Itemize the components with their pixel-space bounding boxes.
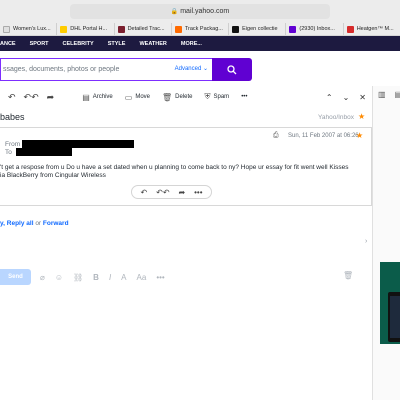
- nav-item-more[interactable]: MORE...: [181, 41, 202, 47]
- message-card: From To ⎙ Sun, 11 Feb 2007 at 06:26 ★ 't…: [0, 127, 372, 206]
- search-button[interactable]: [212, 58, 252, 81]
- more-icon[interactable]: •••: [156, 273, 164, 282]
- forward-link[interactable]: Forward: [43, 220, 69, 227]
- emoji-icon[interactable]: ☺: [55, 273, 63, 282]
- bookmark-item[interactable]: Eigen collectie: [228, 23, 285, 35]
- bookmark-favicon-icon: [3, 25, 10, 33]
- message-toolbar: ↶ ↶↶ ➦ ▤ Archive ▭ Move 🗑 Delete ⛨ Spam ••• …: [0, 89, 372, 105]
- reply-links: y, Reply all or Forward: [0, 220, 69, 227]
- reply-link[interactable]: y,: [0, 220, 5, 227]
- reply-all-icon[interactable]: ↶↶: [156, 188, 169, 197]
- italic-icon[interactable]: I: [109, 273, 111, 282]
- message-date: Sun, 11 Feb 2007 at 06:26: [288, 133, 359, 139]
- mail-header: ssages, documents, photos or people Adva…: [0, 51, 400, 87]
- search-icon: [227, 64, 237, 74]
- message-subject: babes: [0, 112, 25, 122]
- nav-item-style[interactable]: STYLE: [108, 41, 126, 47]
- nav-item-sport[interactable]: SPORT: [30, 41, 49, 47]
- shield-icon: ⛨: [204, 92, 211, 101]
- to-label: To: [5, 149, 12, 156]
- or-text: or: [35, 220, 42, 227]
- bookmark-favicon-icon: [60, 25, 68, 33]
- bookmark-item[interactable]: Women's Lux...: [0, 23, 56, 35]
- redacted-sender: [22, 140, 134, 148]
- previous-message-icon[interactable]: ⌃: [326, 93, 333, 102]
- next-message-icon[interactable]: ⌄: [343, 93, 350, 102]
- bookmark-item[interactable]: DHL Portal H...: [56, 23, 113, 35]
- attachment-icon[interactable]: ⌀: [40, 273, 45, 282]
- yahoo-top-nav: ANCE SPORT CELEBRITY STYLE WEATHER MORE.…: [0, 36, 400, 51]
- bookmark-favicon-icon: [289, 25, 297, 33]
- bookmark-item[interactable]: Detailed Trac...: [113, 23, 171, 35]
- search-input[interactable]: ssages, documents, photos or people Adva…: [0, 58, 212, 81]
- compose-toolbar: ⌀ ☺ ⛓ B I A Aa •••: [40, 270, 175, 284]
- archive-icon: ▤: [82, 92, 90, 102]
- bookmark-item[interactable]: Track Packag...: [170, 23, 228, 35]
- nav-item-celebrity[interactable]: CELEBRITY: [63, 41, 94, 47]
- print-icon[interactable]: ⎙: [273, 132, 279, 140]
- phone-image: [388, 292, 400, 342]
- advanced-search-link[interactable]: Advanced ⌄: [175, 59, 208, 80]
- reply-all-icon[interactable]: ↶↶: [24, 92, 39, 103]
- address-bar[interactable]: 🔒 mail.yahoo.com: [70, 4, 330, 19]
- text-color-icon[interactable]: A: [121, 273, 126, 282]
- toolbar-nav: ⌃ ⌄ ✕: [316, 89, 366, 105]
- bookmark-favicon-icon: [117, 25, 125, 33]
- advertisement[interactable]: [380, 262, 400, 344]
- url-text: mail.yahoo.com: [180, 8, 230, 15]
- bookmark-favicon-icon: [174, 25, 182, 33]
- folder-icon: ▭: [124, 92, 133, 102]
- archive-button[interactable]: ▤ Archive: [82, 93, 113, 102]
- layout-icon[interactable]: ▥: [378, 90, 386, 99]
- star-icon[interactable]: ★: [358, 112, 365, 121]
- lock-icon: 🔒: [170, 9, 179, 15]
- rail-icons: ▥ ▤: [378, 90, 400, 99]
- message-body-line: 't get a respose from u Do u have a set …: [0, 164, 349, 171]
- reply-icon[interactable]: ↶: [8, 92, 16, 103]
- redacted-recipient: [16, 148, 72, 156]
- nav-item-finance[interactable]: ANCE: [0, 41, 16, 47]
- folder-path: Yahoo/Inbox ★: [318, 112, 366, 121]
- bookmark-item[interactable]: Heatgen™ M...: [342, 23, 400, 35]
- star-icon[interactable]: ★: [356, 131, 363, 140]
- forward-icon[interactable]: ➦: [178, 188, 185, 197]
- bookmark-item[interactable]: (2930) Inbox...: [285, 23, 342, 35]
- bookmarks-bar: Women's Lux... DHL Portal H... Detailed …: [0, 23, 400, 35]
- spam-button[interactable]: ⛨ Spam: [205, 92, 230, 102]
- trash-icon: 🗑: [162, 92, 173, 102]
- move-button[interactable]: ▭ Move: [125, 93, 150, 102]
- link-icon[interactable]: ⛓: [73, 273, 83, 282]
- from-label: From: [5, 141, 21, 148]
- bookmark-favicon-icon: [346, 25, 354, 33]
- contacts-icon[interactable]: ▤: [395, 90, 400, 99]
- browser-chrome: 🔒 mail.yahoo.com Women's Lux... DHL Porta…: [0, 0, 400, 36]
- more-icon[interactable]: •••: [194, 188, 202, 197]
- reply-all-link[interactable]: Reply all: [7, 220, 34, 227]
- right-rail: [372, 86, 400, 400]
- message-signature: ia BlackBerry from Cingular Wireless: [0, 172, 106, 179]
- nav-item-weather[interactable]: WEATHER: [139, 41, 166, 47]
- send-button[interactable]: Send: [0, 269, 31, 285]
- reply-icon[interactable]: ↶: [140, 188, 147, 197]
- search-placeholder: ssages, documents, photos or people: [3, 66, 120, 73]
- message-actions: ↶ ↶↶ ➦ •••: [131, 185, 212, 199]
- more-actions-button[interactable]: •••: [241, 94, 247, 100]
- forward-icon[interactable]: ➦: [47, 92, 55, 103]
- trash-icon[interactable]: 🗑: [343, 271, 353, 280]
- font-size-icon[interactable]: Aa: [137, 273, 147, 282]
- delete-button[interactable]: 🗑 Delete: [162, 93, 193, 102]
- close-icon[interactable]: ✕: [359, 93, 366, 102]
- chevron-right-icon[interactable]: ›: [365, 238, 367, 245]
- bookmark-favicon-icon: [232, 25, 240, 33]
- bold-icon[interactable]: B: [93, 273, 99, 282]
